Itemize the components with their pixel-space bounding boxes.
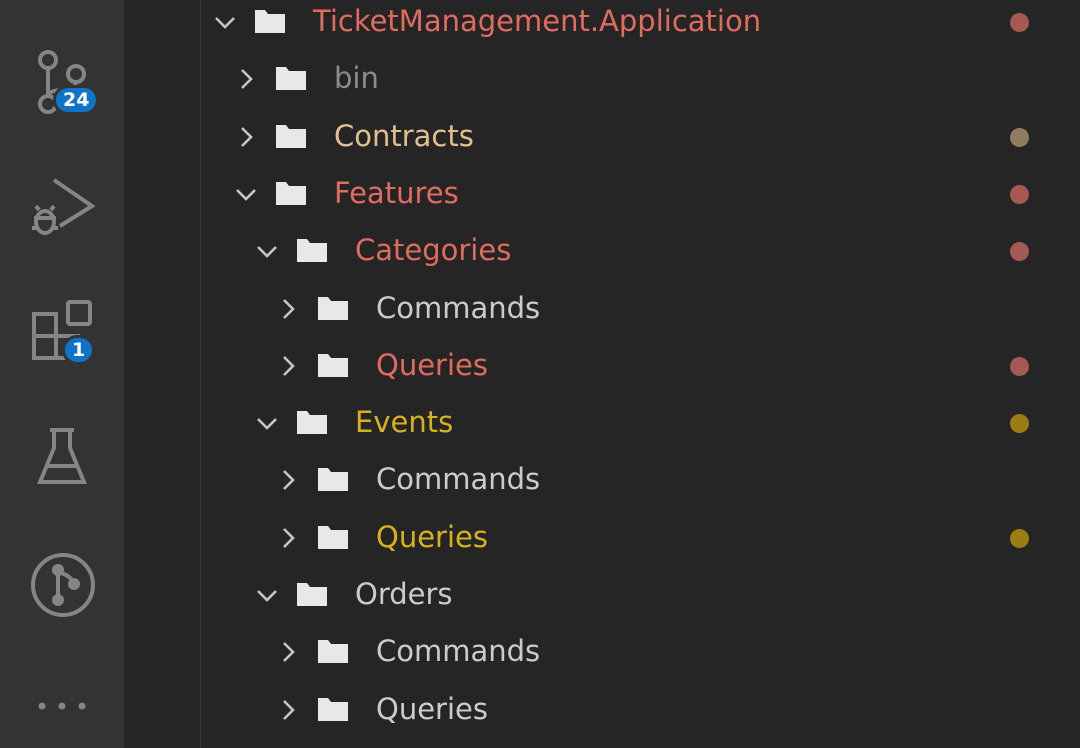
tree-item[interactable]: Commands — [201, 452, 1080, 509]
tree-item-label: Features — [334, 175, 459, 210]
more-icon — [38, 702, 86, 710]
folder-icon — [255, 10, 285, 33]
tree-item[interactable]: Commands — [201, 281, 1080, 338]
chevron-right-icon[interactable] — [276, 526, 300, 550]
folder-icon — [297, 583, 327, 606]
tree-item[interactable]: Orders — [201, 567, 1080, 624]
run-debug-icon — [32, 178, 96, 235]
folder-icon — [318, 353, 348, 377]
folder-icon — [297, 239, 327, 263]
chevron-down-icon[interactable] — [255, 239, 279, 263]
tree-item[interactable]: Contracts — [201, 109, 1080, 166]
git-status-dot — [1010, 414, 1029, 434]
extensions-button[interactable]: 1 — [0, 292, 124, 372]
tree-item-label: Commands — [376, 462, 541, 497]
chevron-down-icon[interactable] — [234, 182, 258, 206]
activity-bar: 24 1 — [0, 0, 124, 748]
explorer-tree: TicketManagement.Application bin Contracts… — [201, 0, 1080, 748]
folder-icon — [318, 525, 348, 549]
tree-item-label: Queries — [376, 347, 488, 382]
tree-item[interactable]: Commands — [201, 624, 1080, 681]
tree-item-label: Queries — [376, 691, 488, 726]
folder-icon — [297, 411, 327, 435]
tree-item[interactable]: Queries — [201, 510, 1080, 567]
extensions-badge: 1 — [62, 335, 96, 365]
chevron-right-icon[interactable] — [234, 125, 258, 149]
folder-icon — [318, 640, 348, 664]
git-status-dot — [1010, 127, 1029, 147]
tree-item-label: Orders — [355, 577, 453, 611]
testing-flask-icon — [37, 428, 87, 484]
tree-item-label: bin — [334, 61, 379, 96]
git-status-dot — [1010, 13, 1029, 32]
folder-icon — [318, 296, 348, 320]
tree-item-label: Categories — [355, 233, 512, 268]
chevron-right-icon[interactable] — [276, 468, 300, 492]
tree-item-label: Queries — [376, 519, 488, 554]
tree-item[interactable]: TicketManagement.Application — [201, 0, 1080, 51]
chevron-right-icon[interactable] — [276, 354, 300, 378]
chevron-right-icon[interactable] — [234, 67, 258, 91]
chevron-down-icon[interactable] — [213, 10, 237, 34]
git-graph-button[interactable] — [0, 544, 124, 624]
tree-item[interactable]: bin — [201, 51, 1080, 108]
run-debug-button[interactable] — [0, 166, 124, 246]
source-control-button[interactable]: 24 — [0, 40, 124, 120]
git-status-dot — [1010, 242, 1029, 262]
chevron-down-icon[interactable] — [255, 583, 279, 607]
git-status-dot — [1010, 356, 1029, 376]
chevron-right-icon[interactable] — [276, 698, 300, 722]
git-status-dot — [1010, 528, 1029, 548]
more-button[interactable] — [0, 668, 124, 748]
folder-icon — [318, 697, 348, 721]
tree-item-label: TicketManagement.Application — [313, 4, 762, 38]
tree-item-label: Events — [355, 405, 454, 440]
folder-icon — [276, 124, 306, 148]
tree-item[interactable]: Queries — [201, 338, 1080, 395]
chevron-right-icon[interactable] — [276, 640, 300, 664]
tree-item-label: Contracts — [334, 118, 474, 153]
git-graph-icon — [31, 553, 95, 617]
tree-item[interactable]: Events — [201, 395, 1080, 452]
folder-icon — [276, 181, 306, 205]
tree-item-label: Commands — [376, 290, 541, 325]
explorer-indent-gutter — [124, 0, 201, 748]
source-control-badge: 24 — [53, 85, 100, 115]
tree-item[interactable]: Features — [201, 166, 1080, 223]
git-status-dot — [1010, 184, 1029, 204]
folder-icon — [276, 67, 306, 91]
tree-item[interactable]: Queries — [201, 682, 1080, 739]
testing-button[interactable] — [0, 420, 124, 500]
tree-item-label: Commands — [376, 634, 541, 669]
folder-icon — [318, 468, 348, 492]
chevron-down-icon[interactable] — [255, 411, 279, 435]
chevron-right-icon[interactable] — [276, 297, 300, 321]
tree-item[interactable]: Categories — [201, 223, 1080, 280]
